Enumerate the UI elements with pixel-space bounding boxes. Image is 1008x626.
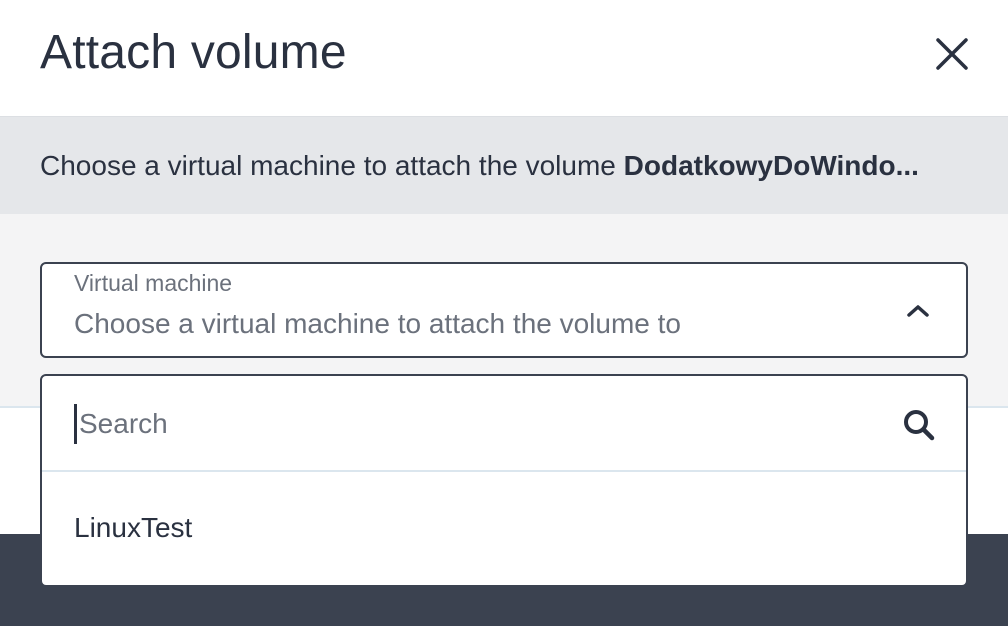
virtual-machine-select[interactable]: Virtual machine Choose a virtual machine… — [40, 262, 968, 358]
virtual-machine-dropdown: LinuxTest — [40, 374, 968, 587]
info-text-prefix: Choose a virtual machine to attach the v… — [40, 150, 624, 181]
search-input[interactable] — [74, 404, 859, 444]
dialog-header: Attach volume — [0, 0, 1008, 116]
select-placeholder: Choose a virtual machine to attach the v… — [74, 308, 682, 339]
chevron-up-icon[interactable] — [902, 300, 934, 320]
select-label: Virtual machine — [74, 270, 233, 296]
search-icon[interactable] — [902, 408, 936, 442]
info-banner: Choose a virtual machine to attach the v… — [0, 116, 1008, 214]
dropdown-option-label: LinuxTest — [74, 512, 193, 543]
dropdown-option[interactable]: LinuxTest — [42, 472, 966, 585]
info-text: Choose a virtual machine to attach the v… — [40, 147, 960, 185]
close-icon — [936, 38, 968, 70]
attach-volume-dialog: Attach volume Choose a virtual machine t… — [0, 0, 1008, 626]
search-row — [42, 376, 966, 472]
dialog-title: Attach volume — [40, 26, 347, 79]
close-button[interactable] — [928, 30, 976, 78]
volume-name: DodatkowyDoWindo... — [623, 150, 919, 181]
